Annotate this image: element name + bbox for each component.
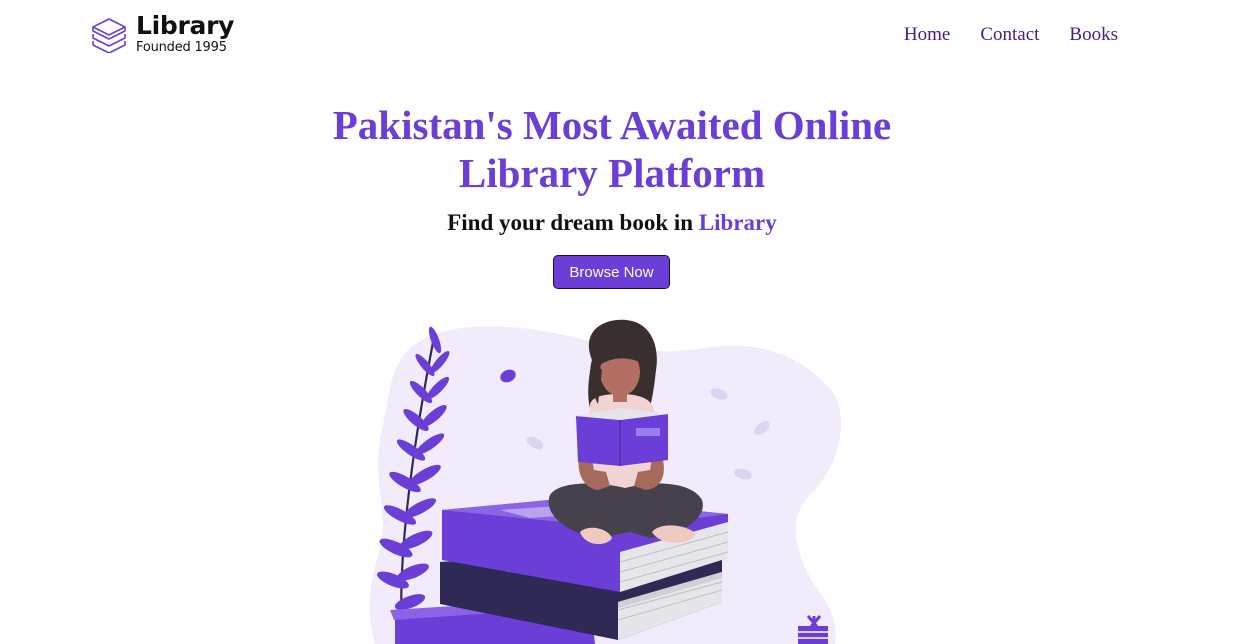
nav-books-link[interactable]: Books xyxy=(1069,24,1118,46)
hero-title: Pakistan's Most Awaited Online Library P… xyxy=(332,102,892,196)
hero-subtitle-prefix: Find your dream book in xyxy=(447,210,694,235)
browse-now-button[interactable]: Browse Now xyxy=(553,255,670,289)
logo-name: Library xyxy=(136,10,235,40)
logo-subtitle: Founded 1995 xyxy=(136,39,227,55)
nav-contact-link[interactable]: Contact xyxy=(980,24,1039,46)
site-logo[interactable]: Library Founded 1995 xyxy=(89,8,234,58)
hero-subtitle-accent: Library xyxy=(698,210,777,235)
main-nav: Home Contact Books xyxy=(904,24,1118,46)
reading-woman-illustration xyxy=(369,319,841,644)
nav-home-link[interactable]: Home xyxy=(904,24,950,46)
hero-subtitle: Find your dream book in Library xyxy=(312,210,912,236)
stacked-books-icon xyxy=(92,18,126,53)
